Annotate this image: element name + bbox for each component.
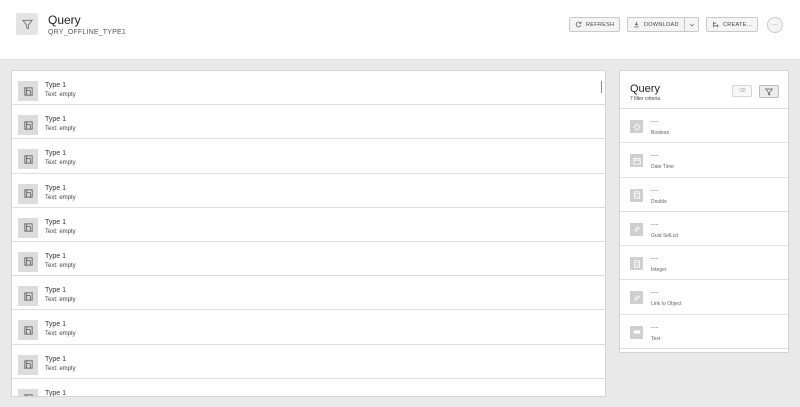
chevron-down-icon — [689, 23, 694, 26]
object-type-icon — [18, 217, 38, 238]
more-options-button[interactable]: ··· — [767, 17, 783, 33]
list-item[interactable]: Type 1 Text: empty — [12, 105, 605, 140]
filter-criterion-value: --- — [651, 290, 659, 297]
apply-filter-button[interactable] — [759, 85, 779, 98]
list-item-subtitle: Text: empty — [45, 92, 76, 98]
list-item[interactable]: Type 1 Text: empty — [12, 345, 605, 379]
filter-criterion[interactable]: --- Integer — [620, 246, 788, 281]
filter-panel-title: Query — [630, 83, 660, 95]
list-item[interactable]: Type 1 Text: empty — [12, 276, 605, 311]
list-item-subtitle: Text: empty — [45, 262, 76, 269]
object-type-icon — [18, 251, 38, 272]
create-icon — [713, 21, 719, 28]
calculator-icon — [630, 188, 643, 202]
object-type-icon — [18, 388, 38, 396]
download-icon — [634, 21, 639, 28]
list-item-title: Type 1 — [45, 389, 67, 397]
create-button[interactable]: CREATE... — [706, 17, 758, 32]
calculator-icon — [630, 257, 643, 271]
filter-criterion[interactable]: --- Guid SelList — [620, 212, 788, 247]
list-item[interactable]: Type 1 Text: empty — [12, 208, 605, 242]
filter-criterion-value: --- — [651, 256, 659, 263]
results-list: Type 1 Text: empty Type 1 Text: empty Type 1… — [11, 70, 606, 397]
filter-panel-header: Query 7 filter criteria ⌫ — [620, 71, 788, 109]
filter-criteria-count: 7 filter criteria — [630, 96, 661, 102]
list-item-title: Type 1 — [45, 82, 67, 89]
object-type-icon — [18, 115, 38, 136]
refresh-icon — [575, 21, 582, 28]
filter-criterion-label: Date Time — [651, 164, 674, 171]
refresh-button[interactable]: REFRESH — [569, 17, 620, 32]
list-item-title: Type 1 — [45, 184, 67, 192]
download-button[interactable]: DOWNLOAD — [627, 17, 685, 32]
filter-criterion-label: Double — [651, 198, 667, 205]
list-item[interactable]: Type 1 Text: empty — [12, 310, 605, 345]
filter-criterion-label: Link to Object — [651, 301, 682, 308]
list-item-subtitle: Text: empty — [45, 194, 76, 201]
create-label: CREATE... — [723, 21, 753, 28]
filter-criterion-label: Boolean — [651, 130, 670, 136]
page-subtitle: QRY_OFFLINE_TYPE1 — [48, 29, 126, 36]
object-type-icon — [18, 183, 38, 204]
list-item[interactable]: Type 1 — [12, 379, 605, 397]
filter-criterion[interactable]: --- Link to Object — [620, 280, 788, 315]
list-item[interactable]: Type 1 Text: empty — [12, 139, 605, 174]
list-item-title: Type 1 — [45, 218, 67, 226]
list-item-title: Type 1 — [45, 150, 67, 158]
list-item[interactable]: Type 1 Text: empty — [12, 71, 605, 106]
filter-panel: Query 7 filter criteria ⌫ --- Boolean --- D… — [619, 70, 789, 353]
filter-criterion[interactable]: --- Boolean — [620, 109, 788, 144]
filter-criterion-value: --- — [651, 119, 659, 125]
filter-criterion[interactable]: --- Text — [620, 315, 788, 350]
boolean-icon — [630, 120, 643, 133]
filter-criterion[interactable]: --- Date Time — [620, 143, 788, 178]
filter-criterion[interactable]: --- Double — [620, 178, 788, 212]
list-item[interactable]: Type 1 Text: empty — [12, 174, 605, 208]
list-item-title: Type 1 — [45, 252, 67, 260]
download-menu-button[interactable] — [684, 17, 699, 32]
filter-criterion-value: --- — [651, 324, 659, 331]
list-item-subtitle: Text: empty — [45, 297, 76, 304]
object-type-icon — [18, 354, 38, 375]
filter-criterion-value: --- — [651, 221, 659, 228]
list-item[interactable]: Type 1 Text: empty — [12, 242, 605, 277]
object-type-icon — [18, 320, 38, 341]
page-title: Query — [48, 13, 81, 27]
calendar-icon — [630, 154, 643, 168]
refresh-label: REFRESH — [586, 21, 615, 28]
download-label: DOWNLOAD — [644, 21, 679, 28]
list-item-subtitle: Text: empty — [45, 126, 76, 133]
list-item-subtitle: Text: empty — [45, 365, 76, 372]
list-item-title: Type 1 — [45, 355, 67, 363]
filter-criterion-label: Guid SelList — [651, 232, 678, 239]
list-item-title: Type 1 — [45, 116, 67, 124]
link-icon — [630, 222, 643, 236]
object-type-icon — [18, 149, 38, 170]
text-field-icon — [630, 325, 643, 339]
page-header: Query QRY_OFFLINE_TYPE1 REFRESH DOWNLOAD… — [0, 0, 800, 60]
filter-icon — [16, 13, 38, 35]
filter-criterion-label: Text — [651, 335, 661, 342]
object-type-icon — [18, 81, 38, 101]
filter-criterion-value: --- — [651, 187, 659, 194]
list-item-subtitle: Text: empty — [45, 160, 76, 167]
list-item-title: Type 1 — [45, 321, 67, 329]
filter-icon — [765, 88, 773, 96]
list-item-title: Type 1 — [45, 287, 67, 295]
clear-filter-button[interactable]: ⌫ — [732, 85, 752, 97]
list-item-subtitle: Text: empty — [45, 331, 76, 338]
list-item-subtitle: Text: empty — [45, 228, 76, 235]
object-type-icon — [18, 286, 38, 307]
filter-criterion-value: --- — [651, 153, 659, 160]
link-icon — [630, 291, 643, 305]
filter-criterion-label: Integer — [651, 267, 667, 274]
clear-filter-icon: ⌫ — [738, 88, 746, 94]
